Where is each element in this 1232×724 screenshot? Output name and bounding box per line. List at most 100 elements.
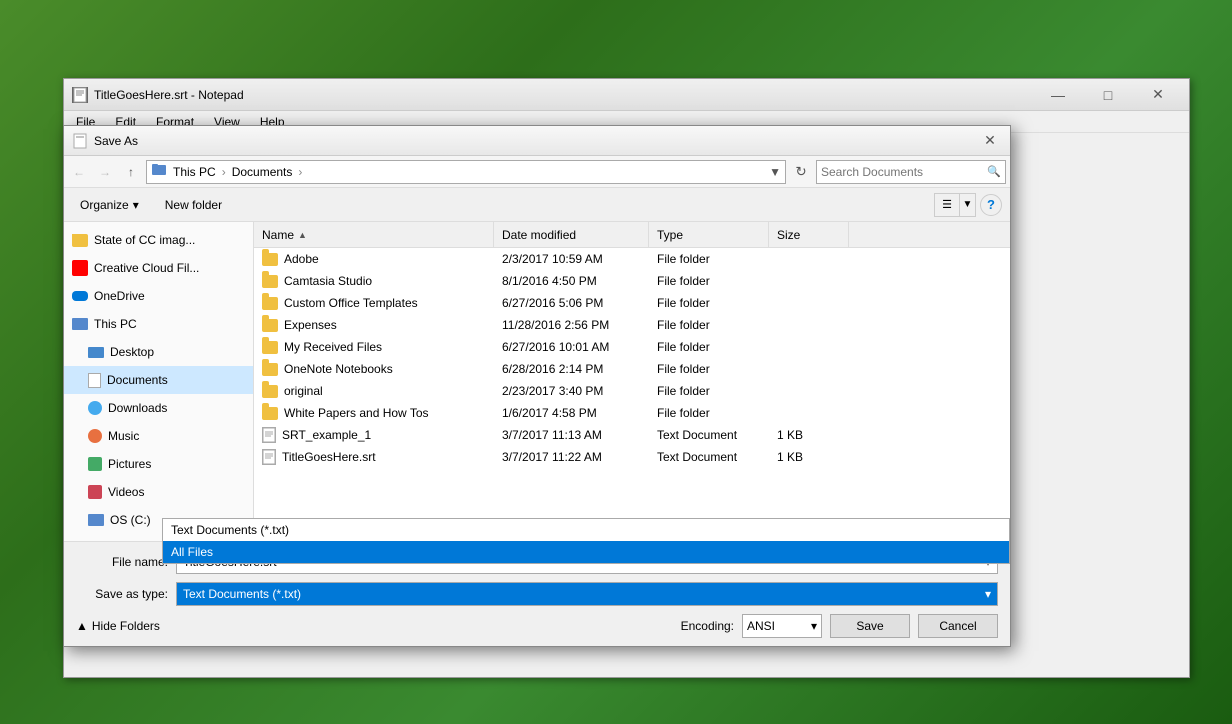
sidebar-item-label-music: Music	[108, 429, 139, 443]
table-row[interactable]: TitleGoesHere.srt 3/7/2017 11:22 AM Text…	[254, 446, 1010, 468]
file-cell-name: Custom Office Templates	[254, 292, 494, 314]
sidebar-item-label-videos: Videos	[108, 485, 144, 499]
sidebar-item-label-this-pc: This PC	[94, 317, 137, 331]
table-row[interactable]: SRT_example_1 3/7/2017 11:13 AM Text Doc…	[254, 424, 1010, 446]
pc-icon	[72, 318, 88, 330]
folder-icon	[262, 253, 278, 266]
col-type-label: Type	[657, 228, 683, 242]
sidebar-item-label-desktop: Desktop	[110, 345, 154, 359]
cancel-btn[interactable]: Cancel	[918, 614, 998, 638]
file-cell-name: OneNote Notebooks	[254, 358, 494, 380]
file-pane: Name ▲ Date modified Type Size	[254, 222, 1010, 541]
dialog-close-btn[interactable]: ✕	[978, 131, 1002, 151]
bottom-actions: ▲ Hide Folders Encoding: ANSI ▾ Save Can…	[76, 612, 998, 640]
dialog-title-icon	[72, 133, 88, 149]
refresh-btn[interactable]: ↻	[790, 161, 812, 183]
folder-icon	[72, 234, 88, 247]
hide-folders-label: Hide Folders	[92, 619, 160, 633]
folder-icon	[262, 275, 278, 288]
table-row[interactable]: Custom Office Templates 6/27/2016 5:06 P…	[254, 292, 1010, 314]
file-cell-name: Camtasia Studio	[254, 270, 494, 292]
save-type-chevron-icon: ▾	[985, 587, 991, 601]
sidebar-item-pictures[interactable]: Pictures	[64, 450, 253, 478]
save-as-dialog: Save As ✕ ← → ↑ This PC › Documents › ▼ …	[63, 125, 1011, 647]
notepad-minimize-btn[interactable]: —	[1035, 85, 1081, 105]
dialog-bottom: File name: TitleGoesHere.srt ▾ Save as t…	[64, 541, 1010, 646]
file-cell-name: My Received Files	[254, 336, 494, 358]
sort-arrow: ▲	[298, 230, 307, 240]
osdrive-icon	[88, 514, 104, 526]
organize-label: Organize	[80, 198, 129, 212]
col-size-label: Size	[777, 228, 800, 242]
forward-btn[interactable]: →	[94, 161, 116, 183]
table-row[interactable]: Adobe 2/3/2017 10:59 AM File folder	[254, 248, 1010, 270]
view-icon-btn[interactable]: ☰	[935, 194, 959, 216]
table-row[interactable]: OneNote Notebooks 6/28/2016 2:14 PM File…	[254, 358, 1010, 380]
doc-icon	[262, 427, 276, 443]
hide-folders-btn[interactable]: ▲ Hide Folders	[76, 619, 160, 633]
help-btn[interactable]: ?	[980, 194, 1002, 216]
file-list-body: Adobe 2/3/2017 10:59 AM File folder Camt…	[254, 248, 1010, 541]
view-chevron-btn[interactable]: ▼	[959, 194, 975, 216]
cc-icon	[72, 260, 88, 276]
sidebar-item-desktop[interactable]: Desktop	[64, 338, 253, 366]
save-type-select[interactable]: Text Documents (*.txt) ▾	[176, 582, 998, 606]
desktop-icon	[88, 347, 104, 358]
dialog-titlebar: Save As ✕	[64, 126, 1010, 156]
dropdown-item-txt[interactable]: Text Documents (*.txt)	[163, 519, 1009, 541]
col-header-size[interactable]: Size	[769, 222, 849, 247]
search-input[interactable]	[821, 165, 987, 179]
bottom-right-actions: Encoding: ANSI ▾ Save Cancel	[681, 614, 998, 638]
address-dropdown-chevron[interactable]: ▼	[769, 165, 781, 179]
sidebar-item-music[interactable]: Music	[64, 422, 253, 450]
notepad-icon	[72, 87, 88, 103]
file-cell-name: TitleGoesHere.srt	[254, 446, 494, 468]
notepad-maximize-btn[interactable]: □	[1085, 85, 1131, 105]
dialog-title-text: Save As	[94, 134, 978, 148]
dropdown-item-all[interactable]: All Files	[163, 541, 1009, 563]
sidebar-item-state-cc[interactable]: State of CC imag...	[64, 226, 253, 254]
address-bar[interactable]: This PC › Documents › ▼	[146, 160, 786, 184]
sidebar-item-downloads[interactable]: Downloads	[64, 394, 253, 422]
sidebar-item-this-pc[interactable]: This PC	[64, 310, 253, 338]
table-row[interactable]: Camtasia Studio 8/1/2016 4:50 PM File fo…	[254, 270, 1010, 292]
organize-btn[interactable]: Organize ▾	[72, 193, 147, 217]
sidebar-item-onedrive[interactable]: OneDrive	[64, 282, 253, 310]
notepad-close-btn[interactable]: ✕	[1135, 85, 1181, 105]
table-row[interactable]: Expenses 11/28/2016 2:56 PM File folder	[254, 314, 1010, 336]
search-box[interactable]: 🔍	[816, 160, 1006, 184]
sidebar-item-videos[interactable]: Videos	[64, 478, 253, 506]
file-cell-name: Adobe	[254, 248, 494, 270]
save-type-row: Save as type: Text Documents (*.txt) ▾	[76, 580, 998, 608]
search-icon[interactable]: 🔍	[987, 165, 1001, 178]
sidebar-item-label-downloads: Downloads	[108, 401, 167, 415]
save-type-label: Save as type:	[76, 587, 176, 601]
sidebar-item-documents[interactable]: Documents	[64, 366, 253, 394]
col-header-type[interactable]: Type	[649, 222, 769, 247]
col-header-name[interactable]: Name ▲	[254, 222, 494, 247]
encoding-select[interactable]: ANSI ▾	[742, 614, 822, 638]
folder-icon	[262, 319, 278, 332]
sidebar-item-label-documents: Documents	[107, 373, 168, 387]
sidebar-item-creative-cloud[interactable]: Creative Cloud Fil...	[64, 254, 253, 282]
hide-folders-chevron-icon: ▲	[76, 619, 88, 633]
encoding-label: Encoding:	[681, 619, 734, 633]
save-btn[interactable]: Save	[830, 614, 910, 638]
table-row[interactable]: White Papers and How Tos 1/6/2017 4:58 P…	[254, 402, 1010, 424]
file-cell-name: White Papers and How Tos	[254, 402, 494, 424]
sidebar-item-label-cc: Creative Cloud Fil...	[94, 261, 199, 275]
table-row[interactable]: original 2/23/2017 3:40 PM File folder	[254, 380, 1010, 402]
col-name-label: Name	[262, 228, 294, 242]
file-cell-name: Expenses	[254, 314, 494, 336]
breadcrumb-this-pc[interactable]: This PC	[171, 165, 218, 179]
file-cell-name: original	[254, 380, 494, 402]
up-btn[interactable]: ↑	[120, 161, 142, 183]
table-row[interactable]: My Received Files 6/27/2016 10:01 AM Fil…	[254, 336, 1010, 358]
folder-icon	[262, 341, 278, 354]
music-icon	[88, 429, 102, 443]
breadcrumb-documents[interactable]: Documents	[230, 165, 295, 179]
col-header-date[interactable]: Date modified	[494, 222, 649, 247]
back-btn[interactable]: ←	[68, 161, 90, 183]
view-toggle: ☰ ▼	[934, 193, 976, 217]
new-folder-btn[interactable]: New folder	[155, 193, 232, 217]
